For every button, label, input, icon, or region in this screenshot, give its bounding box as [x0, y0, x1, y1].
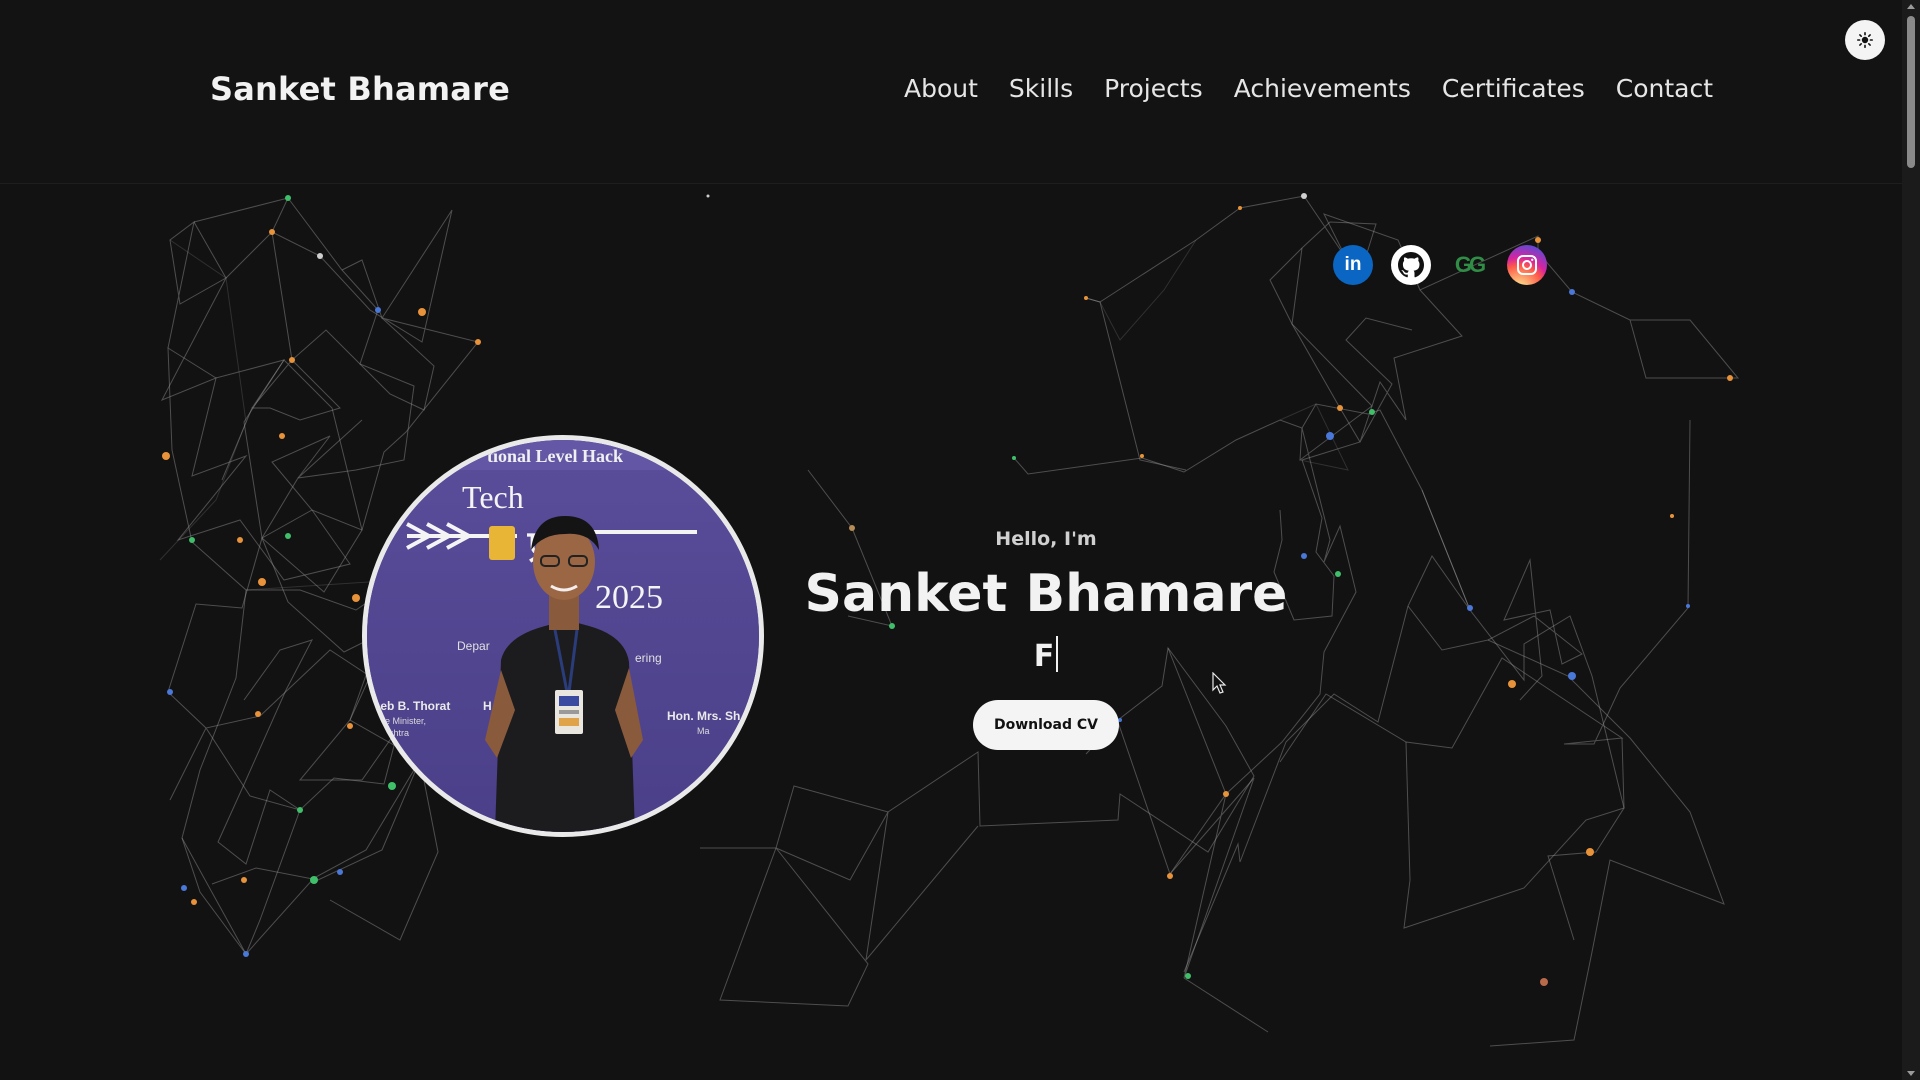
- scrollbar-thumb[interactable]: [1907, 16, 1915, 168]
- profile-photo: tional Level Hack Tech प्र 2025 Depar er…: [362, 435, 764, 837]
- scroll-down-arrow-icon[interactable]: [1907, 1071, 1915, 1076]
- social-links: in GG: [1333, 245, 1547, 285]
- gfg-icon: GG: [1454, 252, 1486, 277]
- linkedin-link[interactable]: in: [1333, 245, 1373, 285]
- photo-caption-left: heb B. Thorat: [373, 699, 450, 713]
- photo-banner-year: 2025: [595, 579, 663, 616]
- photo-caption-left-sub: e Minister,: [385, 716, 426, 726]
- nav-link-certificates[interactable]: Certificates: [1442, 74, 1585, 103]
- download-cv-button[interactable]: Download CV: [972, 700, 1119, 750]
- hero-name: Sanket Bhamare: [804, 564, 1288, 624]
- photo-caption-right-sub: Ma: [697, 726, 710, 736]
- instagram-icon: [1517, 255, 1537, 275]
- mouse-cursor-icon: [1212, 672, 1227, 694]
- scroll-up-arrow-icon[interactable]: [1907, 4, 1915, 9]
- hero-typed-role: F: [786, 636, 1306, 676]
- linkedin-icon: in: [1344, 254, 1362, 275]
- github-link[interactable]: [1391, 245, 1431, 285]
- nav-link-projects[interactable]: Projects: [1104, 74, 1203, 103]
- sun-icon: [1857, 32, 1873, 48]
- nav-link-about[interactable]: About: [904, 74, 978, 103]
- photo-banner-dept: Depar: [457, 639, 490, 653]
- svg-text:H: H: [483, 699, 492, 713]
- photo-banner-eering: ering: [635, 651, 662, 665]
- typed-text: F: [1033, 639, 1055, 674]
- hero-intro: Hello, I'm Sanket Bhamare F Download CV: [786, 528, 1306, 750]
- profile-photo-image: tional Level Hack Tech प्र 2025 Depar er…: [367, 440, 759, 832]
- site-header: Sanket Bhamare About Skills Projects Ach…: [0, 0, 1902, 184]
- nav-link-skills[interactable]: Skills: [1009, 74, 1073, 103]
- instagram-link[interactable]: [1507, 245, 1547, 285]
- page-scrollbar[interactable]: [1902, 0, 1920, 1080]
- photo-banner-line: tional Level Hack: [487, 446, 623, 466]
- github-icon: [1398, 252, 1424, 278]
- site-brand[interactable]: Sanket Bhamare: [210, 70, 510, 108]
- photo-caption-right: Hon. Mrs. Sh: [667, 709, 740, 723]
- nav-link-contact[interactable]: Contact: [1616, 74, 1713, 103]
- geeksforgeeks-link[interactable]: GG: [1449, 245, 1489, 285]
- nav-link-achievements[interactable]: Achievements: [1234, 74, 1411, 103]
- photo-banner-tech: Tech: [462, 479, 524, 515]
- typing-caret: [1056, 636, 1059, 672]
- photo-caption-left-sub2: shtra: [389, 728, 409, 738]
- main-nav: About Skills Projects Achievements Certi…: [904, 74, 1713, 103]
- hero-greeting: Hello, I'm: [995, 528, 1097, 550]
- theme-toggle-button[interactable]: [1845, 20, 1885, 60]
